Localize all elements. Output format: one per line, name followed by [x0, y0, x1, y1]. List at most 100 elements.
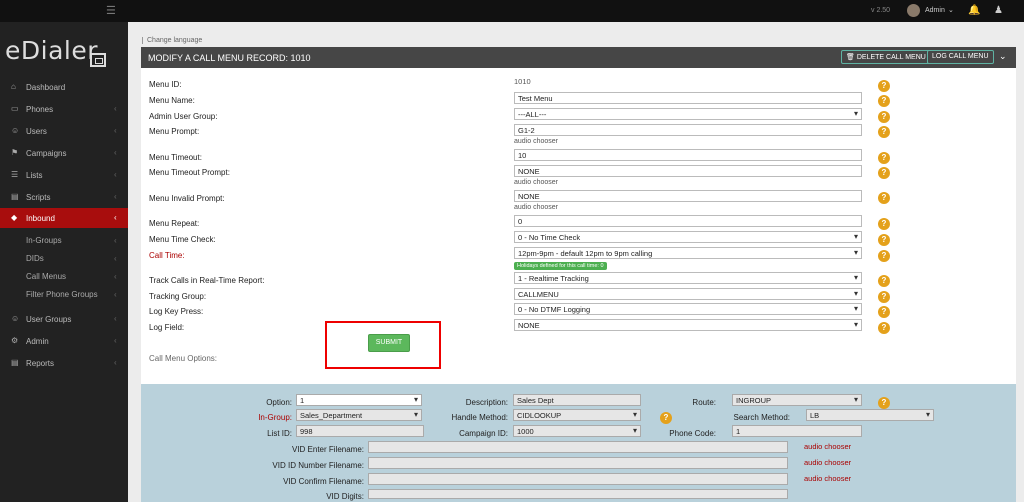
help-icon[interactable]: ? — [878, 80, 890, 92]
users-icon[interactable]: ♟ — [994, 5, 1003, 16]
menu-name-field[interactable]: Test Menu — [514, 92, 862, 104]
bell-icon[interactable]: 🔔 — [968, 5, 980, 16]
help-icon[interactable]: ? — [878, 397, 890, 409]
sidebar-item-campaigns[interactable]: ⚑ Campaigns ‹ — [0, 143, 128, 163]
audio-chooser-link[interactable]: audio chooser — [514, 204, 558, 211]
track-calls-select[interactable]: 1 - Realtime Tracking — [514, 272, 862, 284]
document-icon: ▤ — [11, 192, 19, 201]
sidebar-item-lists[interactable]: ☰ Lists ‹ — [0, 165, 128, 185]
help-icon[interactable]: ? — [878, 218, 890, 230]
vid-digits-label: VID Digits: — [326, 492, 364, 501]
log-key-select[interactable]: 0 - No DTMF Logging — [514, 303, 862, 315]
sidebar-item-scripts[interactable]: ▤ Scripts ‹ — [0, 187, 128, 207]
sidebar-subitem-call-menus[interactable]: Call Menus ‹ — [26, 272, 126, 290]
help-icon[interactable]: ? — [660, 412, 672, 424]
holiday-badge: Holidays defined for this call time: 0 — [514, 262, 607, 270]
user-group-icon: ☺ — [11, 314, 20, 323]
page-title: MODIFY A CALL MENU RECORD: 1010 — [148, 53, 311, 63]
help-icon[interactable]: ? — [878, 306, 890, 318]
user-menu[interactable]: Admin — [925, 7, 945, 14]
top-bar: ☰ v 2.50 Admin ⌄ 🔔 ♟ — [0, 0, 1024, 22]
menu-timeout-field[interactable]: 10 — [514, 149, 862, 161]
campaign-id-select[interactable]: 1000 — [513, 425, 641, 437]
description-field[interactable]: Sales Dept — [513, 394, 641, 406]
menu-repeat-field[interactable]: 0 — [514, 215, 862, 227]
track-calls-label: Track Calls in Real-Time Report: — [149, 276, 265, 285]
sidebar-subitem-dids[interactable]: DIDs ‹ — [26, 254, 126, 272]
menu-name-label: Menu Name: — [149, 96, 195, 105]
admin-group-select[interactable]: ---ALL--- — [514, 108, 862, 120]
time-check-select[interactable]: 0 - No Time Check — [514, 231, 862, 243]
audio-chooser-link[interactable]: audio chooser — [804, 458, 851, 467]
audio-chooser-link[interactable]: audio chooser — [514, 179, 558, 186]
logo-mark-icon — [90, 53, 106, 67]
sidebar-item-users[interactable]: ☺ Users ‹ — [0, 121, 128, 141]
avatar[interactable] — [907, 4, 920, 17]
vid-confirm-field[interactable] — [368, 473, 788, 485]
route-select[interactable]: INGROUP — [732, 394, 862, 406]
chevron-left-icon: ‹ — [114, 213, 117, 222]
logo: eDialer — [5, 36, 99, 65]
phone-icon: ▭ — [11, 104, 19, 113]
chevron-down-icon[interactable]: ⌄ — [948, 6, 954, 14]
sidebar-item-admin[interactable]: ⚙ Admin ‹ — [0, 331, 128, 351]
menu-timeout-label: Menu Timeout: — [149, 153, 202, 162]
help-icon[interactable]: ? — [878, 167, 890, 179]
help-icon[interactable]: ? — [878, 291, 890, 303]
phone-code-field[interactable]: 1 — [732, 425, 862, 437]
audio-chooser-link[interactable]: audio chooser — [514, 138, 558, 145]
change-language-link[interactable]: Change language — [142, 37, 202, 44]
help-icon[interactable]: ? — [878, 275, 890, 287]
sidebar-item-reports[interactable]: ▤ Reports ‹ — [0, 353, 128, 373]
search-method-select[interactable]: LB — [806, 409, 934, 421]
chevron-left-icon: ‹ — [114, 336, 117, 345]
log-field-select[interactable]: NONE — [514, 319, 862, 331]
panel-header: MODIFY A CALL MENU RECORD: 1010 🗑 DELETE… — [141, 47, 1016, 68]
help-icon[interactable]: ? — [878, 234, 890, 246]
option-select[interactable]: 1 — [296, 394, 422, 406]
help-icon[interactable]: ? — [878, 192, 890, 204]
call-time-select[interactable]: 12pm-9pm - default 12pm to 9pm calling — [514, 247, 862, 259]
help-icon[interactable]: ? — [878, 250, 890, 262]
chevron-down-icon[interactable]: ⌄ — [999, 51, 1007, 62]
sidebar-subitem-in-groups[interactable]: In-Groups ‹ — [26, 236, 126, 254]
log-call-menu-button[interactable]: LOG CALL MENU — [927, 50, 994, 64]
timeout-prompt-field[interactable]: NONE — [514, 165, 862, 177]
tracking-group-label: Tracking Group: — [149, 292, 207, 301]
sidebar-item-user-groups[interactable]: ☺ User Groups ‹ — [0, 309, 128, 329]
sidebar-subitem-filter-phone-groups[interactable]: Filter Phone Groups ‹ — [26, 290, 126, 308]
search-method-label: Search Method: — [733, 413, 790, 422]
list-icon: ☰ — [11, 170, 19, 179]
sidebar-item-phones[interactable]: ▭ Phones ‹ — [0, 99, 128, 119]
invalid-prompt-field[interactable]: NONE — [514, 190, 862, 202]
menu-repeat-label: Menu Repeat: — [149, 219, 200, 228]
help-icon[interactable]: ? — [878, 322, 890, 334]
vid-enter-label: VID Enter Filename: — [291, 445, 364, 454]
delete-call-menu-button[interactable]: 🗑 DELETE CALL MENU — [841, 50, 931, 64]
help-icon[interactable]: ? — [878, 95, 890, 107]
menu-prompt-field[interactable]: G1-2 — [514, 124, 862, 136]
tracking-group-select[interactable]: CALLMENU — [514, 288, 862, 300]
vid-enter-field[interactable] — [368, 441, 788, 453]
in-group-select[interactable]: Sales_Department — [296, 409, 422, 421]
audio-chooser-link[interactable]: audio chooser — [804, 442, 851, 451]
description-label: Description: — [465, 398, 508, 407]
vid-number-field[interactable] — [368, 457, 788, 469]
list-id-field[interactable]: 998 — [296, 425, 424, 437]
chevron-left-icon: ‹ — [114, 290, 117, 299]
submit-button[interactable]: SUBMIT — [368, 334, 410, 352]
help-icon[interactable]: ? — [878, 152, 890, 164]
menu-toggle-icon[interactable]: ☰ — [106, 4, 116, 17]
flag-icon: ⚑ — [11, 148, 19, 157]
vid-digits-field[interactable] — [368, 489, 788, 499]
help-icon[interactable]: ? — [878, 126, 890, 138]
sidebar-item-inbound[interactable]: ◆ Inbound ‹ — [0, 208, 128, 228]
audio-chooser-link[interactable]: audio chooser — [804, 474, 851, 483]
sidebar-item-dashboard[interactable]: ⌂ Dashboard — [0, 77, 128, 97]
call-time-label: Call Time: — [149, 251, 185, 260]
admin-icon: ⚙ — [11, 336, 19, 345]
handle-method-select[interactable]: CIDLOOKUP — [513, 409, 641, 421]
vid-number-label: VID ID Number Filename: — [272, 461, 364, 470]
report-icon: ▤ — [11, 358, 19, 367]
help-icon[interactable]: ? — [878, 111, 890, 123]
